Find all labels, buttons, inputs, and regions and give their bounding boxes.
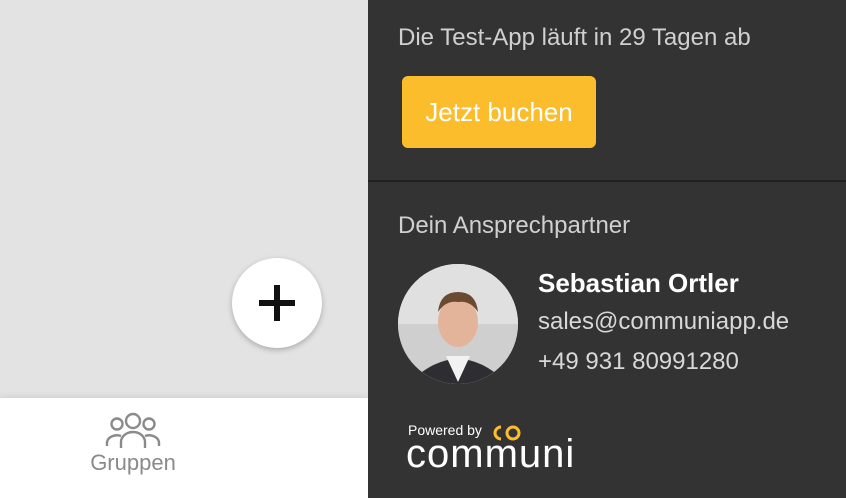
brand-logo-icon [493,425,521,441]
person-photo [398,264,518,384]
contact-name: Sebastian Ortler [538,268,739,298]
nav-item-label: Gruppen [90,450,176,475]
add-button[interactable] [232,258,322,348]
contact-email[interactable]: sales@communiapp.de [538,308,789,336]
bottom-navigation: Gruppen [0,398,368,498]
book-now-button[interactable]: Jetzt buchen [402,76,596,148]
trial-expiry-text: Die Test-App läuft in 29 Tagen ab [398,24,751,51]
avatar [398,264,518,384]
nav-item-gruppen[interactable]: Gruppen [70,410,196,490]
contact-phone[interactable]: +49 931 80991280 [538,348,739,376]
users-group-icon [105,412,161,448]
brand-logo-text: communi [406,432,576,476]
divider [368,180,846,182]
contact-heading: Dein Ansprechpartner [398,212,631,239]
trial-info-panel: Die Test-App läuft in 29 Tagen ab Jetzt … [368,0,846,498]
plus-icon [259,285,295,321]
